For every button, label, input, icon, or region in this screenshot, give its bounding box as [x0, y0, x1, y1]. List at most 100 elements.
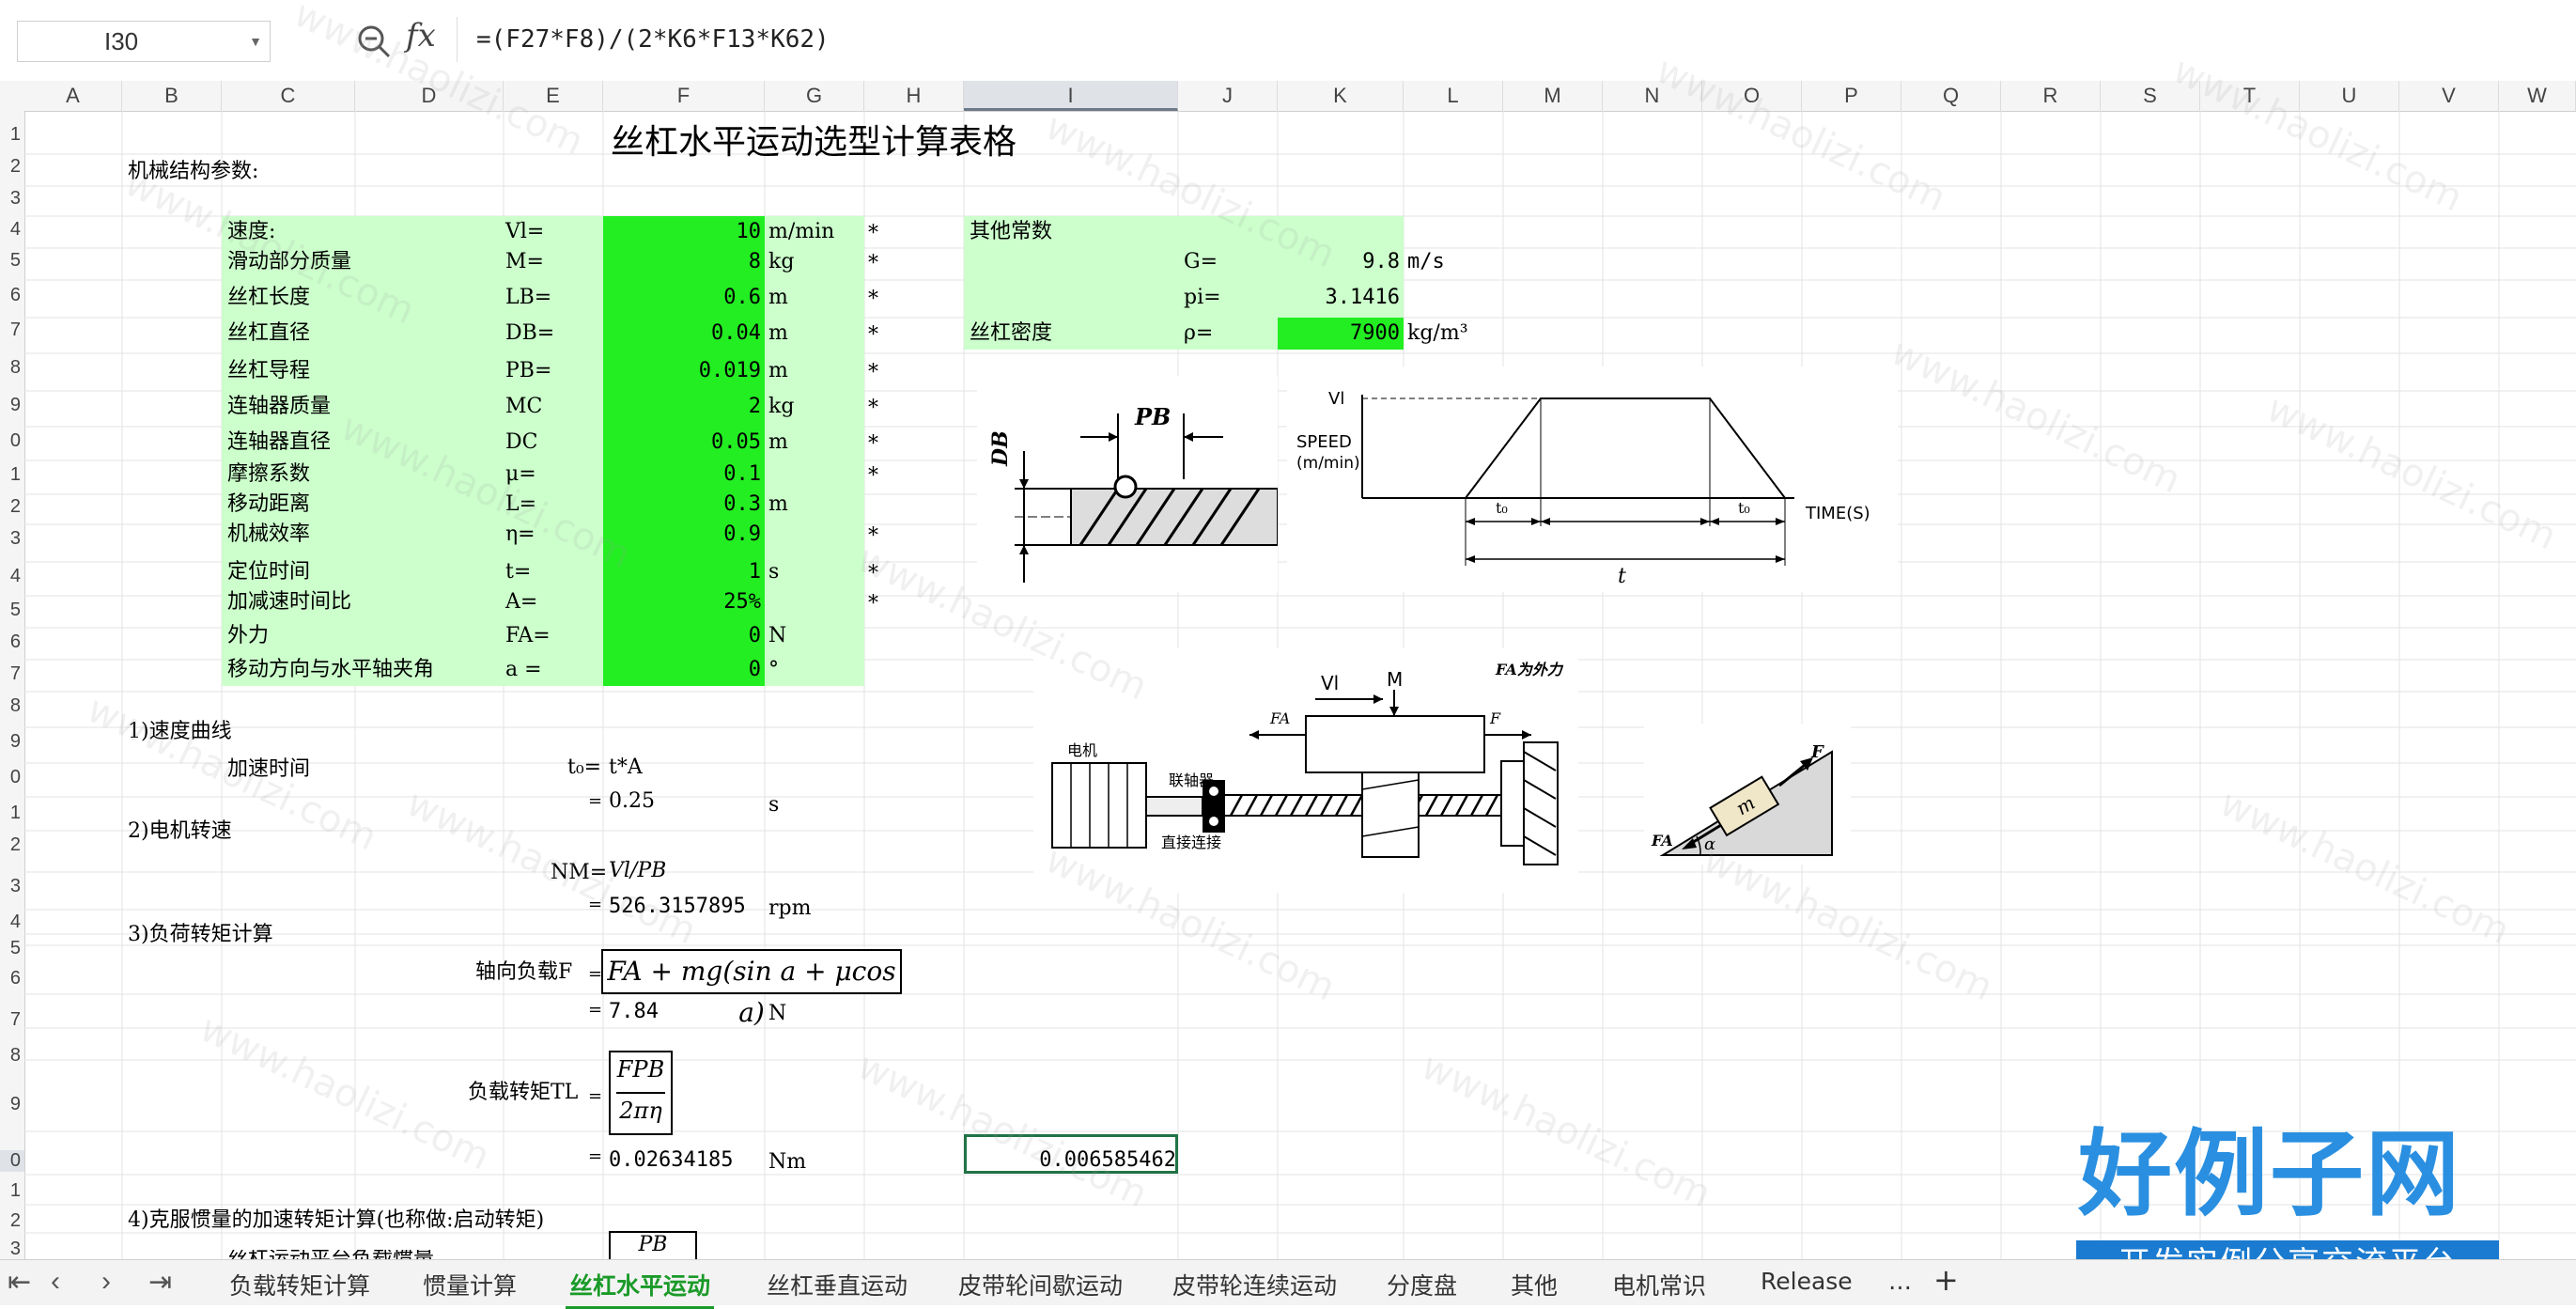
- param-unit[interactable]: °: [768, 660, 779, 680]
- pi-value[interactable]: 3.1416: [1278, 288, 1400, 308]
- tab-belt-intermittent[interactable]: 皮带轮间歇运动: [958, 1268, 1123, 1301]
- next-row-label[interactable]: 丝杠运动平台负载惯量: [227, 1250, 434, 1259]
- param-required[interactable]: *: [868, 564, 878, 584]
- section-speed-curve[interactable]: 1)速度曲线: [128, 722, 232, 742]
- t0-formula[interactable]: t*A: [609, 757, 643, 778]
- row-header[interactable]: 3: [0, 876, 24, 897]
- param-label[interactable]: 外力: [227, 626, 269, 647]
- param-required[interactable]: *: [868, 526, 878, 547]
- load-torque-formula[interactable]: FPB 2πη: [609, 1051, 673, 1135]
- prev-sheet-icon[interactable]: ‹: [51, 1266, 60, 1298]
- row-header[interactable]: 1: [0, 803, 24, 824]
- next-formula[interactable]: PB: [609, 1231, 697, 1261]
- param-value[interactable]: 0.9: [603, 524, 761, 545]
- tab-index-table[interactable]: 分度盘: [1387, 1268, 1457, 1301]
- param-unit[interactable]: N: [768, 626, 786, 647]
- zoom-icon[interactable]: [355, 23, 393, 60]
- axial-load-value[interactable]: 7.84: [609, 1002, 659, 1022]
- param-label[interactable]: 丝杠长度: [227, 288, 310, 308]
- param-required[interactable]: *: [868, 224, 878, 244]
- param-value[interactable]: 1: [603, 562, 761, 583]
- axial-load-label[interactable]: 轴向负载F: [475, 962, 572, 983]
- param-value[interactable]: 8: [603, 252, 761, 273]
- axial-load-formula[interactable]: FA + mg(sin a + μcos a): [601, 949, 902, 1028]
- next-sheet-icon[interactable]: ›: [101, 1266, 111, 1298]
- param-symbol[interactable]: A=: [505, 592, 537, 613]
- param-label[interactable]: 速度:: [227, 222, 275, 242]
- row-header[interactable]: 4: [0, 566, 24, 587]
- column-header-k[interactable]: K: [1278, 81, 1404, 111]
- row-header[interactable]: 1: [0, 1180, 24, 1202]
- row-header[interactable]: 8: [0, 1045, 24, 1067]
- param-label[interactable]: 丝杠直径: [227, 323, 310, 344]
- tab-belt-continuous[interactable]: 皮带轮连续运动: [1172, 1268, 1337, 1301]
- row-header[interactable]: 2: [0, 496, 24, 518]
- row-header[interactable]: 8: [0, 357, 24, 379]
- column-header-w[interactable]: W: [2499, 81, 2576, 111]
- param-label[interactable]: 丝杠导程: [227, 361, 310, 382]
- param-unit[interactable]: kg: [768, 252, 794, 273]
- row-header[interactable]: 7: [0, 319, 24, 341]
- param-required[interactable]: *: [868, 325, 878, 346]
- param-required[interactable]: *: [868, 466, 878, 487]
- column-header-h[interactable]: H: [864, 81, 964, 111]
- row-header[interactable]: 1: [0, 464, 24, 486]
- tab-inertia[interactable]: 惯量计算: [423, 1268, 517, 1301]
- column-header-p[interactable]: P: [1802, 81, 1901, 111]
- row-header[interactable]: 8: [0, 695, 24, 717]
- axial-load-unit[interactable]: N: [768, 1004, 786, 1024]
- density-value[interactable]: 7900: [1278, 323, 1400, 344]
- column-header-e[interactable]: E: [504, 81, 603, 111]
- row-header[interactable]: 5: [0, 938, 24, 959]
- row-header[interactable]: 5: [0, 600, 24, 621]
- column-header-q[interactable]: Q: [1901, 81, 2001, 111]
- formula-input[interactable]: =(F27*F8)/(2*K6*F13*K62): [457, 17, 2561, 62]
- row-header[interactable]: 0: [0, 430, 24, 452]
- param-label[interactable]: 加减速时间比: [227, 592, 351, 613]
- row-header[interactable]: 5: [0, 250, 24, 272]
- nm-symbol[interactable]: NM=: [551, 863, 607, 883]
- more-tabs-icon[interactable]: …: [1888, 1268, 1912, 1295]
- column-header-a[interactable]: A: [24, 81, 122, 111]
- density-symbol[interactable]: ρ=: [1184, 323, 1213, 344]
- param-value[interactable]: 0.3: [603, 494, 761, 515]
- param-required[interactable]: *: [868, 594, 878, 615]
- param-value[interactable]: 0.019: [603, 361, 761, 382]
- t0-unit[interactable]: s: [768, 795, 779, 816]
- column-header-g[interactable]: G: [765, 81, 864, 111]
- column-header-t[interactable]: T: [2200, 81, 2300, 111]
- fx-icon[interactable]: fx: [406, 17, 436, 55]
- param-symbol[interactable]: MC: [505, 397, 542, 417]
- accel-time-label[interactable]: 加速时间: [227, 759, 310, 780]
- column-header-l[interactable]: L: [1404, 81, 1503, 111]
- param-label[interactable]: 定位时间: [227, 562, 310, 583]
- param-required[interactable]: *: [868, 289, 878, 310]
- param-value[interactable]: 0: [603, 660, 761, 680]
- density-unit[interactable]: kg/m³: [1407, 323, 1468, 344]
- column-header-s[interactable]: S: [2101, 81, 2200, 111]
- column-header-b[interactable]: B: [122, 81, 222, 111]
- column-header-c[interactable]: C: [222, 81, 355, 111]
- tab-screw-horizontal[interactable]: 丝杠水平运动: [565, 1268, 715, 1309]
- param-symbol[interactable]: LB=: [505, 288, 551, 308]
- column-header-i[interactable]: I: [964, 81, 1178, 111]
- constants-title[interactable]: 其他常数: [970, 222, 1052, 242]
- row-header[interactable]: 7: [0, 663, 24, 685]
- row-header[interactable]: 9: [0, 395, 24, 416]
- param-unit[interactable]: m: [768, 288, 788, 308]
- first-sheet-icon[interactable]: ⇤: [8, 1266, 31, 1299]
- row-header[interactable]: 2: [0, 156, 24, 178]
- tab-other[interactable]: 其他: [1511, 1268, 1558, 1301]
- column-header-v[interactable]: V: [2399, 81, 2499, 111]
- param-symbol[interactable]: M=: [505, 252, 544, 273]
- column-header-m[interactable]: M: [1503, 81, 1603, 111]
- nm-unit[interactable]: rpm: [768, 898, 811, 919]
- tab-screw-vertical[interactable]: 丝杠垂直运动: [767, 1268, 908, 1301]
- param-unit[interactable]: m: [768, 323, 788, 344]
- param-value[interactable]: 0.6: [603, 288, 761, 308]
- row-header[interactable]: 0: [0, 1150, 24, 1172]
- param-value[interactable]: 0.04: [603, 323, 761, 344]
- section-motor-speed[interactable]: 2)电机转速: [128, 821, 232, 842]
- g-unit[interactable]: m/s: [1407, 252, 1445, 273]
- param-label[interactable]: 移动距离: [227, 494, 310, 515]
